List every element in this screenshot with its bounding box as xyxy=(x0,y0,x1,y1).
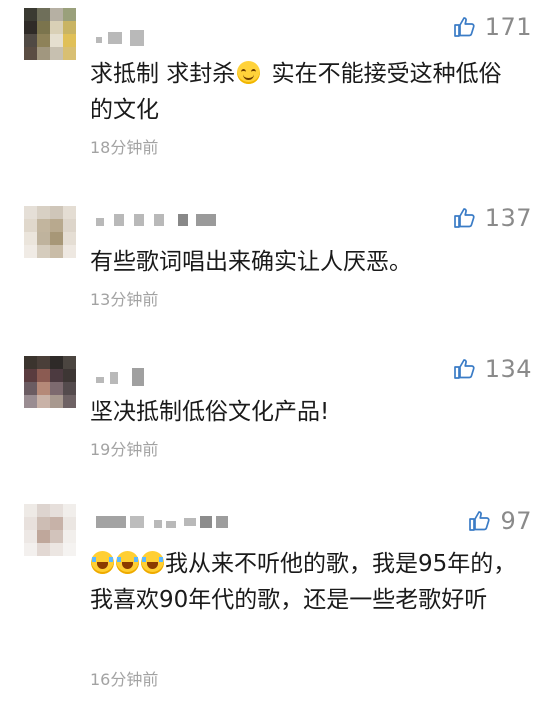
like-count: 97 xyxy=(500,507,532,535)
comment-time: 13分钟前 xyxy=(90,290,159,309)
comment-text: 我从来不听他的歌，我是95年的，我喜欢90年代的歌，还是一些老歌好听 xyxy=(90,546,522,618)
smile-emoji xyxy=(237,61,261,84)
like-control[interactable]: 97 xyxy=(468,506,532,536)
thumbs-up-icon[interactable] xyxy=(453,15,477,39)
like-count: 171 xyxy=(484,13,532,41)
user-name-blurred[interactable] xyxy=(96,512,256,532)
comment-text: 坚决抵制低俗文化产品! xyxy=(90,399,330,425)
comment-item: 137 有些歌词唱出来确实让人厌恶。 13分钟前 xyxy=(0,170,550,340)
avatar[interactable] xyxy=(24,206,76,258)
comment-text-part: 求抵制 求封杀 xyxy=(90,61,236,87)
comment-time: 19分钟前 xyxy=(90,440,159,459)
avatar[interactable] xyxy=(24,356,76,408)
crying-emoji xyxy=(141,551,164,574)
avatar[interactable] xyxy=(24,504,76,556)
like-control[interactable]: 134 xyxy=(453,354,532,384)
comment-item: 97 我从来不听他的歌，我是95年的，我喜欢90年代的歌，还是一些老歌好听 16… xyxy=(0,490,550,708)
thumbs-up-icon[interactable] xyxy=(468,509,492,533)
comment-text: 有些歌词唱出来确实让人厌恶。 xyxy=(90,249,412,275)
like-control[interactable]: 137 xyxy=(453,203,532,233)
comment-text: 求抵制 求封杀 实在不能接受这种低俗的文化 xyxy=(90,56,522,128)
like-count: 134 xyxy=(484,355,532,383)
comment-item: 134 坚决抵制低俗文化产品! 19分钟前 xyxy=(0,340,550,490)
crying-emoji xyxy=(116,551,139,574)
thumbs-up-icon[interactable] xyxy=(453,206,477,230)
user-name-blurred[interactable] xyxy=(96,368,166,388)
comment-item: 171 求抵制 求封杀 实在不能接受这种低俗的文化 18分钟前 xyxy=(0,0,550,170)
user-name-blurred[interactable] xyxy=(96,210,236,230)
user-name-blurred[interactable] xyxy=(96,28,176,48)
like-count: 137 xyxy=(484,204,532,232)
avatar[interactable] xyxy=(24,8,76,60)
comment-time: 18分钟前 xyxy=(90,138,159,157)
comment-time: 16分钟前 xyxy=(90,670,159,689)
like-control[interactable]: 171 xyxy=(453,12,532,42)
crying-emoji xyxy=(91,551,114,574)
thumbs-up-icon[interactable] xyxy=(453,357,477,381)
